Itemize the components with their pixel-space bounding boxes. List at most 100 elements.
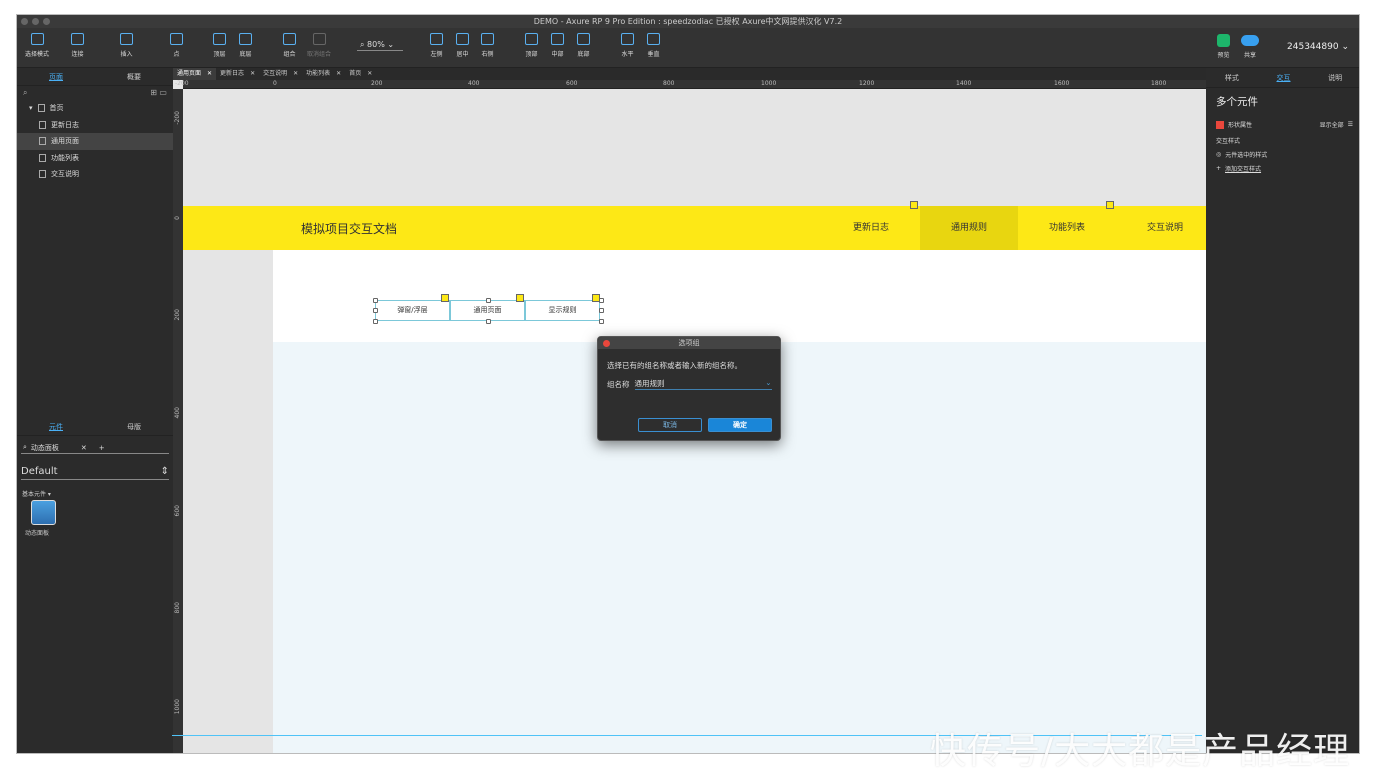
align-middle-icon <box>551 33 564 45</box>
tab-home[interactable]: 首页 ✕ <box>345 68 376 80</box>
page-item-changelog[interactable]: 更新日志 <box>17 117 173 134</box>
tab-notes[interactable]: 说明 <box>1309 68 1359 87</box>
nav-changelog[interactable]: 更新日志 <box>822 206 920 250</box>
interaction-styles-label: 交互样式 <box>1216 138 1241 145</box>
shape-props-icon <box>1216 120 1224 129</box>
bring-top-icon <box>213 33 226 45</box>
resize-handle[interactable] <box>373 298 378 303</box>
resize-handle[interactable] <box>486 298 491 303</box>
show-all-link[interactable]: 显示全部 <box>1320 120 1344 129</box>
category-label[interactable]: 基本元件 ▾ <box>22 489 173 498</box>
close-icon[interactable]: ✕ <box>367 68 372 80</box>
expand-icon[interactable]: ▾ <box>29 100 33 117</box>
page-icon <box>39 120 46 129</box>
main-toolbar: 选择模式 连接 插入 点 顶层 底层 组合 取消组合 ⌕ 80% ⌄ 左侧 居中… <box>17 28 1359 68</box>
widget-search[interactable]: ⌕ 动态面板 ✕ + <box>21 442 169 454</box>
cancel-button[interactable]: 取消 <box>638 418 702 432</box>
point-button[interactable]: 点 <box>170 33 183 58</box>
tab-widgets[interactable]: 元件 <box>17 418 95 435</box>
align-left-button[interactable]: 左侧 <box>430 33 443 58</box>
close-icon[interactable]: ✕ <box>336 68 341 80</box>
distribute-h-button[interactable]: 水平 <box>621 33 634 58</box>
nav-features[interactable]: 功能列表 <box>1018 206 1116 250</box>
tab-features[interactable]: 功能列表 ✕ <box>302 68 345 80</box>
page-item-features[interactable]: 功能列表 <box>17 150 173 167</box>
dialog-header: 选项组 <box>598 337 780 349</box>
preview-button[interactable]: 预览 <box>1217 34 1230 59</box>
group-button[interactable]: 组合 <box>283 33 296 58</box>
close-icon[interactable]: ✕ <box>250 68 255 80</box>
vertical-ruler: -200 0 200 400 600 800 1000 <box>173 89 183 753</box>
resize-handle[interactable] <box>373 319 378 324</box>
page-item-interaction[interactable]: 交互说明 <box>17 166 173 183</box>
nav-common-rules[interactable]: 通用规则 <box>920 206 1018 250</box>
shape-props-row[interactable]: 形状属性 显示全部 ☰ <box>1216 120 1359 129</box>
page-icon <box>39 153 46 162</box>
library-select[interactable]: Default ⇕ <box>21 464 169 480</box>
share-button[interactable]: 共享 <box>1241 34 1259 59</box>
tab-interaction[interactable]: 交互说明 ✕ <box>259 68 302 80</box>
tab-changelog[interactable]: 更新日志 ✕ <box>216 68 259 80</box>
tab-interactions[interactable]: 交互 <box>1258 68 1310 87</box>
chevron-down-icon: ⌄ <box>387 40 395 49</box>
resize-handle[interactable] <box>373 308 378 313</box>
button-common-page[interactable]: 通用页面 <box>450 300 525 321</box>
window-controls[interactable] <box>21 18 50 25</box>
add-style-link[interactable]: + 添加交互样式 <box>1216 164 1359 173</box>
tab-masters[interactable]: 母版 <box>95 418 173 435</box>
align-bottom-button[interactable]: 底部 <box>577 33 590 58</box>
insert-button[interactable]: 插入 <box>120 33 133 58</box>
group-name-row: 组名称 通用规则 ⌄ <box>607 378 780 390</box>
add-icon[interactable]: + <box>99 444 105 452</box>
resize-handle[interactable] <box>486 319 491 324</box>
tab-common-page[interactable]: 通用页面 ✕ <box>173 68 217 80</box>
account-menu[interactable]: 245344890 ⌄ <box>1287 42 1349 52</box>
close-icon[interactable] <box>603 340 610 347</box>
align-left-icon <box>430 33 443 45</box>
button-popup[interactable]: 弹窗/浮层 <box>375 300 450 321</box>
dynamic-panel-icon[interactable] <box>31 500 56 525</box>
distribute-v-button[interactable]: 垂直 <box>647 33 660 58</box>
close-icon[interactable]: ✕ <box>81 444 87 452</box>
select-mode-button[interactable]: 选择模式 <box>25 33 49 58</box>
add-page-icon[interactable]: ⊞ ▭ <box>150 88 167 98</box>
tab-pages[interactable]: 页面 <box>17 68 95 85</box>
tab-style[interactable]: 样式 <box>1206 68 1258 87</box>
resize-handle[interactable] <box>599 308 604 313</box>
interaction-flag-icon <box>441 294 449 302</box>
close-icon[interactable]: ✕ <box>207 68 212 80</box>
ungroup-button[interactable]: 取消组合 <box>307 33 331 58</box>
send-bottom-button[interactable]: 底层 <box>239 33 252 58</box>
search-icon[interactable]: ⌕ <box>23 88 27 98</box>
page-title: 模拟项目交互文档 <box>301 222 398 236</box>
selected-style-row[interactable]: ◎ 元件选中的样式 <box>1216 150 1359 159</box>
left-panel: 页面 概要 ⌕ ⊞ ▭ ▾ 首页 更新日志 通用页面 功能列表 交互说明 元件 母版… <box>17 68 173 753</box>
interaction-flag-icon <box>910 201 918 209</box>
page-item-home[interactable]: ▾ 首页 <box>17 100 173 117</box>
page-tools: ⌕ ⊞ ▭ <box>17 86 173 100</box>
resize-handle[interactable] <box>599 319 604 324</box>
menu-icon[interactable]: ☰ <box>1348 121 1353 128</box>
ok-button[interactable]: 确定 <box>708 418 772 432</box>
search-icon: ⌕ <box>23 443 27 451</box>
widget-label: 动态面板 <box>25 530 50 537</box>
tab-outline[interactable]: 概要 <box>95 68 173 85</box>
interaction-flag-icon <box>1106 201 1114 209</box>
align-right-icon <box>481 33 494 45</box>
align-center-button[interactable]: 居中 <box>456 33 469 58</box>
close-icon[interactable]: ✕ <box>293 68 298 80</box>
group-name-select[interactable]: 通用规则 ⌄ <box>634 378 772 390</box>
page-item-common[interactable]: 通用页面 <box>17 133 173 150</box>
selection-title: 多个元件 <box>1216 96 1258 108</box>
dialog-message: 选择已有的组名称或者输入新的组名称。 <box>607 361 742 370</box>
align-middle-button[interactable]: 中部 <box>551 33 564 58</box>
connect-button[interactable]: 连接 <box>71 33 84 58</box>
button-display-rules[interactable]: 显示规则 <box>525 300 600 321</box>
option-group-dialog: 选项组 选择已有的组名称或者输入新的组名称。 组名称 通用规则 ⌄ 取消 确定 <box>597 336 781 441</box>
zoom-select[interactable]: ⌕ 80% ⌄ <box>357 40 403 51</box>
nav-interaction[interactable]: 交互说明 <box>1116 206 1206 250</box>
align-top-button[interactable]: 顶部 <box>525 33 538 58</box>
dialog-buttons: 取消 确定 <box>638 418 772 432</box>
bring-top-button[interactable]: 顶层 <box>213 33 226 58</box>
align-right-button[interactable]: 右侧 <box>481 33 494 58</box>
